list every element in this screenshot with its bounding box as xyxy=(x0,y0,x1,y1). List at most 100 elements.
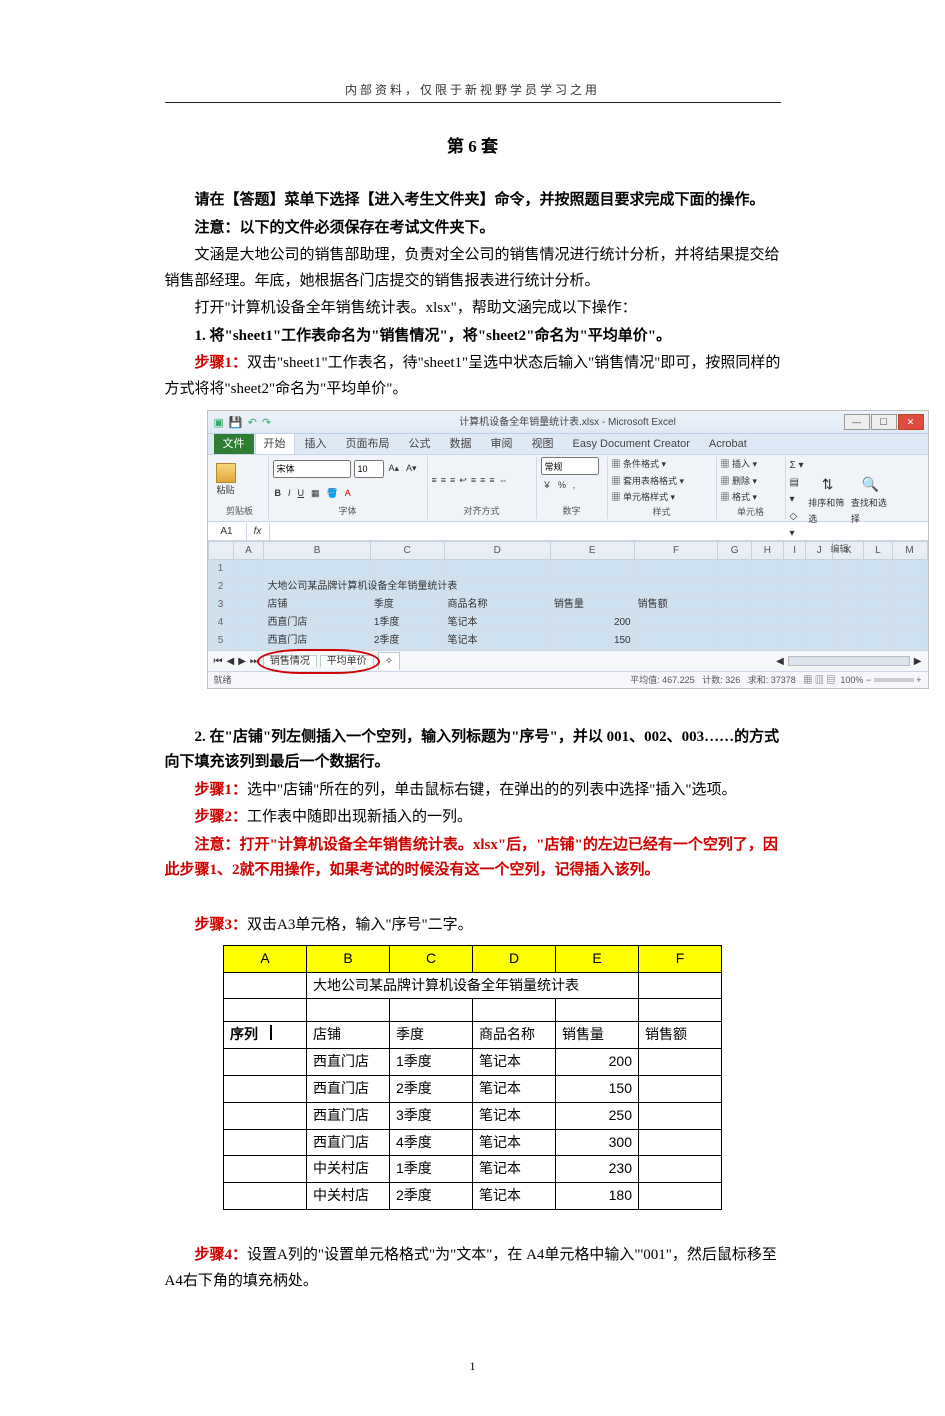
merge-icon[interactable]: ⇔ xyxy=(499,473,508,488)
cells-delete-button[interactable]: ▦ 删除 ▾ xyxy=(721,474,758,489)
view-layout-icon[interactable]: ▥ xyxy=(815,675,824,685)
tab-acrobat[interactable]: Acrobat xyxy=(700,432,756,455)
format-table-button[interactable]: ▦ 套用表格格式 ▾ xyxy=(612,474,685,489)
zoom-in-icon[interactable]: + xyxy=(916,675,921,685)
border-icon[interactable]: ▦ xyxy=(309,486,322,501)
grow-font-icon[interactable]: A▴ xyxy=(387,461,402,476)
data-row-1[interactable]: 1 xyxy=(208,560,927,578)
tab-view[interactable]: 视图 xyxy=(523,432,563,455)
sheet-tab-1[interactable]: 销售情况 xyxy=(263,655,317,667)
worksheet-grid[interactable]: A B C D E F G H I J K L M 1 xyxy=(208,541,928,650)
sheet-tab-new[interactable]: ✧ xyxy=(378,652,400,670)
col-head-blank[interactable] xyxy=(208,542,233,560)
table-row[interactable]: 西直门店3季度笔记本250 xyxy=(224,1102,722,1129)
sort-filter-button[interactable]: ⇅ 排序和筛选 xyxy=(808,473,847,527)
data-row-4[interactable]: 4 西直门店1季度笔记本200 xyxy=(208,614,927,632)
col-head-m[interactable]: M xyxy=(892,542,927,560)
cells-insert-button[interactable]: ▦ 插入 ▾ xyxy=(721,457,758,472)
paste-button[interactable]: 粘贴 xyxy=(216,463,236,498)
tab-review[interactable]: 审阅 xyxy=(482,432,522,455)
italic-button[interactable]: I xyxy=(286,486,293,501)
h-scroll-left-icon[interactable]: ◀ xyxy=(776,653,784,670)
colh-c[interactable]: C xyxy=(390,945,473,972)
align-left-icon[interactable]: ≡ xyxy=(471,473,476,488)
minimize-button[interactable]: — xyxy=(844,414,870,430)
colh-b[interactable]: B xyxy=(307,945,390,972)
data-row-5[interactable]: 5 西直门店2季度笔记本150 xyxy=(208,632,927,650)
tab-insert[interactable]: 插入 xyxy=(296,432,336,455)
tab-data[interactable]: 数据 xyxy=(441,432,481,455)
close-button[interactable]: ✕ xyxy=(898,414,924,430)
table-row[interactable]: 中关村店2季度笔记本180 xyxy=(224,1183,722,1210)
number-format-input[interactable] xyxy=(541,457,599,475)
data-row-2[interactable]: 2大地公司某品牌计算机设备全年销量统计表 xyxy=(208,578,927,596)
col-head-c[interactable]: C xyxy=(370,542,444,560)
view-break-icon[interactable]: ▤ xyxy=(826,675,835,685)
shrink-font-icon[interactable]: A▾ xyxy=(404,461,419,476)
table2-blank-row[interactable] xyxy=(224,999,722,1022)
col-head-b[interactable]: B xyxy=(264,542,370,560)
wrap-icon[interactable]: ↩︎ xyxy=(459,473,467,488)
align-top-icon[interactable]: ≡ xyxy=(432,473,437,488)
align-mid-icon[interactable]: ≡ xyxy=(441,473,446,488)
zoom-slider[interactable] xyxy=(874,678,914,682)
table-row[interactable]: 西直门店4季度笔记本300 xyxy=(224,1129,722,1156)
tab-edc[interactable]: Easy Document Creator xyxy=(564,432,699,455)
cell-a3[interactable]: 序列 xyxy=(224,1022,307,1049)
cell-style-button[interactable]: ▦ 单元格样式 ▾ xyxy=(612,490,676,505)
font-name-input[interactable] xyxy=(273,460,351,478)
zoom-out-icon[interactable]: − xyxy=(866,675,871,685)
maximize-button[interactable]: ☐ xyxy=(871,414,897,430)
comma-icon[interactable]: , xyxy=(571,480,578,490)
align-right-icon[interactable]: ≡ xyxy=(489,473,494,488)
sheet-tab-2[interactable]: 平均单价 xyxy=(320,655,374,667)
col-head-f[interactable]: F xyxy=(634,542,718,560)
tab-layout[interactable]: 页面布局 xyxy=(337,432,399,455)
underline-button[interactable]: U xyxy=(296,486,307,501)
col-head-g[interactable]: G xyxy=(718,542,751,560)
font-color-icon[interactable]: A xyxy=(343,486,353,501)
tab-formula[interactable]: 公式 xyxy=(400,432,440,455)
fill-color-icon[interactable]: 🪣 xyxy=(325,486,340,501)
fx-label[interactable]: fx xyxy=(247,523,270,540)
view-normal-icon[interactable]: ▦ xyxy=(803,675,812,685)
table-row[interactable]: 西直门店2季度笔记本150 xyxy=(224,1075,722,1102)
data-row-3[interactable]: 3 店铺季度商品名称销售量销售额 xyxy=(208,596,927,614)
col-head-d[interactable]: D xyxy=(444,542,550,560)
font-size-input[interactable] xyxy=(354,460,384,478)
tab-nav-prev-icon[interactable]: ◀ xyxy=(227,653,235,670)
table2-title-row[interactable]: 大地公司某品牌计算机设备全年销量统计表 xyxy=(224,972,722,999)
tab-file[interactable]: 文件 xyxy=(214,432,254,455)
undo-icon[interactable]: ↶ xyxy=(248,414,257,433)
colh-d[interactable]: D xyxy=(473,945,556,972)
tab-home[interactable]: 开始 xyxy=(255,432,295,455)
col-head-h[interactable]: H xyxy=(751,542,783,560)
tab-nav-first-icon[interactable]: ⏮ xyxy=(214,653,223,670)
tab-nav-next-icon[interactable]: ▶ xyxy=(238,653,246,670)
find-select-button[interactable]: 🔍 查找和选择 xyxy=(851,473,890,527)
save-icon[interactable]: 💾 xyxy=(229,414,243,433)
col-head-a[interactable]: A xyxy=(233,542,264,560)
table-row[interactable]: 西直门店1季度笔记本200 xyxy=(224,1049,722,1076)
clear-icon[interactable]: ◇ ▾ xyxy=(790,508,805,542)
currency-icon[interactable]: ￥ xyxy=(541,480,554,490)
fill-icon[interactable]: ▤ ▾ xyxy=(790,474,805,508)
colh-a[interactable]: A xyxy=(224,945,307,972)
name-box[interactable]: A1 xyxy=(208,523,247,540)
table2-header-row[interactable]: 序列 店铺 季度 商品名称 销售量 销售额 xyxy=(224,1022,722,1049)
h-scrollbar[interactable] xyxy=(788,656,910,666)
colh-e[interactable]: E xyxy=(556,945,639,972)
cells-format-button[interactable]: ▦ 格式 ▾ xyxy=(721,490,758,505)
bold-button[interactable]: B xyxy=(273,486,284,501)
colh-f[interactable]: F xyxy=(639,945,722,972)
redo-icon[interactable]: ↷ xyxy=(262,414,271,433)
align-center-icon[interactable]: ≡ xyxy=(480,473,485,488)
zoom-value[interactable]: 100% xyxy=(840,675,863,685)
autosum-icon[interactable]: Σ ▾ xyxy=(790,457,805,474)
h-scroll-right-icon[interactable]: ▶ xyxy=(914,653,922,670)
percent-icon[interactable]: % xyxy=(556,480,568,490)
cond-format-button[interactable]: ▦ 条件格式 ▾ xyxy=(612,457,667,472)
table-row[interactable]: 中关村店1季度笔记本230 xyxy=(224,1156,722,1183)
align-bot-icon[interactable]: ≡ xyxy=(450,473,455,488)
col-head-e[interactable]: E xyxy=(550,542,634,560)
